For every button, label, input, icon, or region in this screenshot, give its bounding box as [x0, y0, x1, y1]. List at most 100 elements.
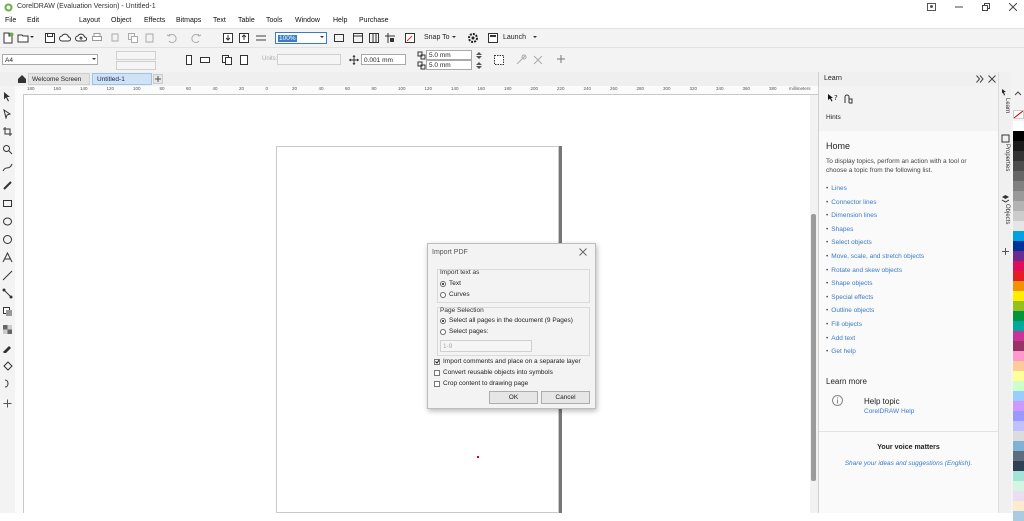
open-icon[interactable]: [17, 32, 29, 44]
vertical-scroll-thumb[interactable]: [811, 214, 816, 481]
launch-icon[interactable]: [487, 32, 499, 44]
nudge-distance-field[interactable]: 0.001 mm: [361, 54, 406, 65]
close-icon[interactable]: [1006, 1, 1020, 13]
color-swatch[interactable]: [1013, 171, 1024, 181]
show-guidelines-icon[interactable]: [384, 32, 396, 44]
ellipse-tool-icon[interactable]: [2, 216, 13, 227]
checkbox-import-comments[interactable]: Import comments and place on a separate …: [434, 358, 581, 365]
landscape-icon[interactable]: [199, 54, 211, 66]
snap-dropdown-icon[interactable]: [451, 34, 463, 46]
learn-topic-link[interactable]: • Get help: [826, 348, 856, 355]
show-grid-icon[interactable]: [368, 32, 380, 44]
eyedropper-icon[interactable]: [2, 342, 13, 353]
import-icon[interactable]: [222, 32, 234, 44]
add-docker-icon[interactable]: [1001, 247, 1010, 256]
restore-icon[interactable]: [979, 1, 993, 13]
color-swatch[interactable]: [1013, 271, 1024, 281]
menu-help[interactable]: Help: [333, 17, 347, 24]
publish-pdf-icon[interactable]: [255, 32, 267, 44]
color-swatch[interactable]: [1013, 281, 1024, 291]
dialog-close-icon[interactable]: [579, 248, 587, 256]
all-pages-icon[interactable]: [221, 54, 233, 66]
color-swatch[interactable]: [1013, 501, 1024, 511]
home-icon[interactable]: [17, 74, 27, 84]
color-swatch[interactable]: [1013, 131, 1024, 141]
connector-tool-icon[interactable]: [2, 288, 13, 299]
checkbox-import-comments-box[interactable]: [434, 358, 440, 365]
color-swatch[interactable]: [1013, 301, 1024, 311]
hints-icon[interactable]: ?: [826, 93, 838, 105]
color-swatch[interactable]: [1013, 311, 1024, 321]
learn-topic-link[interactable]: • Select objects: [826, 239, 872, 246]
palette-scroll-up-icon[interactable]: [1014, 90, 1022, 96]
copy-icon[interactable]: [127, 32, 139, 44]
print-icon[interactable]: [91, 32, 103, 44]
horizontal-ruler[interactable]: 180 160 140 120 100 80 60 40 20 0 20 40 60 80 100 120 14…: [15, 86, 818, 95]
checkbox-convert-symbols-box[interactable]: [434, 369, 440, 376]
learn-topic-link[interactable]: • Shapes: [826, 226, 853, 233]
snap-to-icon[interactable]: [404, 32, 416, 44]
treat-as-filled-icon[interactable]: [515, 54, 527, 66]
color-swatch[interactable]: [1013, 421, 1024, 431]
color-swatch[interactable]: [1013, 251, 1024, 261]
menu-object[interactable]: Object: [111, 17, 131, 24]
learn-topic-link[interactable]: • Dimension lines: [826, 212, 877, 219]
learn-topic-link[interactable]: • Outline objects: [826, 307, 874, 314]
checkbox-crop-content-box[interactable]: [434, 380, 440, 387]
color-swatch[interactable]: [1013, 161, 1024, 171]
new-tab-button[interactable]: [153, 74, 163, 84]
color-swatch[interactable]: [1013, 361, 1024, 371]
export-icon[interactable]: [238, 32, 250, 44]
save-icon[interactable]: [44, 32, 56, 44]
learn-topic-link[interactable]: • Connector lines: [826, 199, 876, 206]
tutorial-icon[interactable]: [842, 93, 854, 105]
polygon-tool-icon[interactable]: [2, 234, 13, 245]
rectangle-tool-icon[interactable]: [2, 198, 13, 209]
transparency-icon[interactable]: [2, 324, 13, 335]
side-tab-properties[interactable]: Properties: [1001, 144, 1010, 171]
properties-tab-icon[interactable]: [1001, 134, 1010, 143]
tab-untitled-1[interactable]: Untitled-1: [92, 73, 152, 85]
bleed-icon[interactable]: [493, 54, 505, 66]
show-rulers-icon[interactable]: [352, 32, 364, 44]
redo-icon[interactable]: [190, 32, 202, 44]
full-screen-icon[interactable]: [333, 32, 345, 44]
no-color-swatch[interactable]: [1013, 110, 1024, 119]
portrait-icon[interactable]: [183, 54, 195, 66]
color-swatch[interactable]: [1013, 491, 1024, 501]
radio-all-pages-indicator[interactable]: [440, 317, 446, 324]
share-ideas-link[interactable]: Share your ideas and suggestions (Englis…: [819, 460, 998, 467]
learn-topic-link[interactable]: • Lines: [826, 185, 847, 192]
parallel-dimension-icon[interactable]: [2, 270, 13, 281]
color-swatch[interactable]: [1013, 341, 1024, 351]
shape-tool-icon[interactable]: [2, 108, 13, 119]
learn-tab-icon[interactable]: [1001, 88, 1010, 97]
color-swatch[interactable]: [1013, 351, 1024, 361]
radio-curves[interactable]: Curves: [440, 291, 470, 298]
learn-topic-link[interactable]: • Shape objects: [826, 280, 872, 287]
ok-button[interactable]: OK: [489, 391, 538, 404]
color-swatch[interactable]: [1013, 231, 1024, 241]
snap-off-icon[interactable]: [532, 54, 544, 66]
crop-tool-icon[interactable]: [2, 126, 13, 137]
cancel-button[interactable]: Cancel: [541, 391, 590, 404]
cloud-open-icon[interactable]: [59, 32, 71, 44]
current-page-icon[interactable]: [238, 54, 250, 66]
tab-welcome-screen[interactable]: Welcome Screen: [28, 73, 90, 85]
color-swatch[interactable]: [1013, 471, 1024, 481]
color-swatch[interactable]: [1013, 321, 1024, 331]
checkbox-crop-content[interactable]: Crop content to drawing page: [434, 380, 528, 387]
color-swatch[interactable]: [1013, 241, 1024, 251]
menu-edit[interactable]: Edit: [27, 17, 39, 24]
page-size-dropdown-icon[interactable]: [91, 56, 103, 68]
pick-tool-icon[interactable]: [2, 91, 13, 102]
vertical-ruler[interactable]: [15, 94, 24, 513]
open-dropdown-icon[interactable]: [29, 34, 41, 46]
color-swatch[interactable]: [1013, 331, 1024, 341]
radio-text-indicator[interactable]: [440, 280, 446, 287]
zoom-tool-icon[interactable]: [2, 144, 13, 155]
learn-topic-link[interactable]: • Add text: [826, 335, 855, 342]
text-tool-icon[interactable]: [2, 252, 13, 263]
menu-effects[interactable]: Effects: [144, 17, 165, 24]
new-document-icon[interactable]: [2, 32, 14, 44]
